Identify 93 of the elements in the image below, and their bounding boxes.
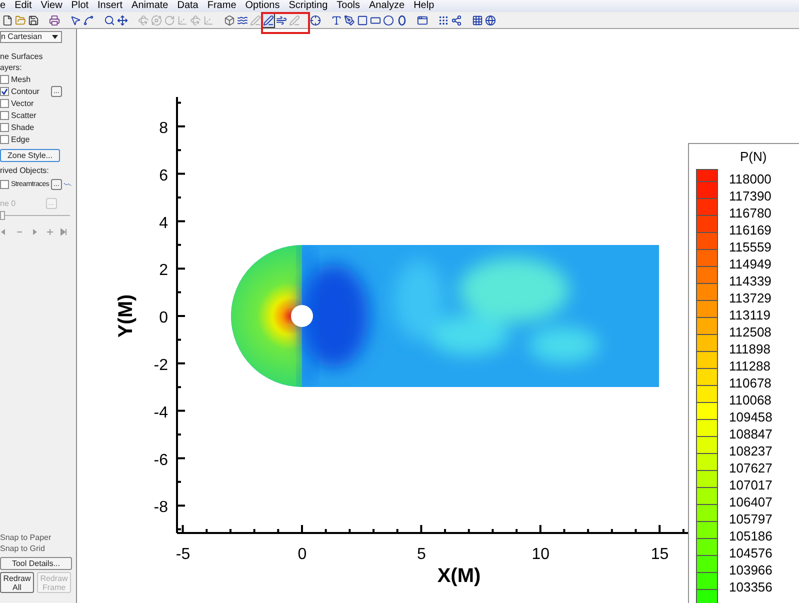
legend-label: 103966 (729, 564, 772, 580)
legend-label: 105797 (729, 512, 772, 528)
legend-label: 109458 (729, 410, 772, 426)
menu-item[interactable]: Plot (71, 1, 89, 11)
section-label: ne Surfaces (0, 53, 44, 61)
polyline-tool-button[interactable] (343, 12, 356, 28)
legend-label: 117390 (729, 190, 772, 206)
menu-item[interactable]: Edit (14, 1, 32, 11)
slice-label: ne 0 (0, 200, 16, 208)
x-axis-title: X(M) (437, 565, 481, 587)
zone-style-button[interactable]: Zone Style... (0, 149, 60, 162)
legend-label: 108847 (729, 428, 772, 444)
menu-item[interactable]: View (40, 1, 62, 11)
legend-label: 111898 (729, 342, 770, 358)
axis-tick-label: 4 (159, 214, 168, 232)
menu-item[interactable]: Insert (98, 1, 123, 11)
checkbox[interactable] (0, 99, 9, 108)
menu-item[interactable]: Options (245, 1, 280, 11)
nodes-tool-button[interactable] (450, 12, 463, 28)
legend-label: 103356 (729, 580, 772, 596)
section-label: rived Objects: (0, 167, 50, 175)
legend-label: 114949 (729, 258, 772, 274)
checkbox[interactable] (0, 87, 9, 96)
layer-label: Vector (11, 100, 35, 108)
legend-label: 116169 (729, 224, 772, 240)
axis-tick-label: 15 (650, 546, 669, 563)
legend-label: 107627 (729, 462, 772, 478)
playback-controls-drawing (0, 228, 68, 236)
legend-label: 113729 (729, 292, 772, 308)
legend-label: 115559 (729, 240, 772, 256)
checkbox[interactable] (0, 75, 9, 84)
section-label: ayers: (0, 64, 23, 72)
streamline-icon (64, 182, 72, 187)
legend-label: 116780 (729, 206, 772, 222)
layer-label: Scatter (11, 112, 38, 120)
legend-label: 113119 (729, 308, 770, 324)
axis-tick-label: 8 (159, 120, 168, 137)
legend-label: 110068 (729, 394, 772, 410)
legend-title: P(N) (740, 150, 768, 163)
axis-tick-label: -2 (154, 357, 168, 374)
checkbox[interactable] (0, 180, 9, 189)
layer-label: Shade (11, 124, 36, 132)
axis-tick-label: -5 (176, 546, 190, 563)
axis-tick-label: 2 (159, 262, 168, 280)
globe-tool-button[interactable] (484, 12, 497, 28)
layer-label: Contour (11, 88, 40, 96)
layer-label: Mesh (11, 76, 32, 84)
snap-option[interactable]: Snap to Paper (0, 534, 76, 542)
legend-label: 118000 (729, 172, 772, 188)
legend-label: 107017 (729, 478, 772, 494)
axis-tick-label: -4 (154, 404, 168, 422)
caret-icon (52, 35, 58, 39)
probe-tool-button[interactable] (309, 12, 322, 28)
highlight-box (261, 12, 310, 34)
menu-item[interactable]: Animate (132, 1, 168, 11)
legend-label: 106407 (729, 496, 772, 512)
menu-item[interactable]: Scripting (288, 1, 328, 11)
legend-label: 108237 (729, 444, 772, 460)
legend-label: 110678 (729, 376, 772, 392)
axis-tick-label: -6 (154, 452, 168, 469)
legend-label: 112508 (729, 326, 772, 342)
checkbox[interactable] (0, 123, 9, 132)
axis-tick-label: 10 (532, 546, 550, 563)
printer-tool-button[interactable] (48, 12, 61, 28)
checkbox[interactable] (0, 111, 9, 120)
legend-swatch (696, 169, 718, 181)
redraw-button[interactable]: Redraw All (0, 572, 34, 593)
move-tool-button[interactable] (116, 12, 129, 28)
menu-item[interactable]: Frame (207, 1, 236, 11)
legend-label: 111288 (729, 360, 770, 376)
y-axis-title: Y(M) (115, 294, 137, 338)
axis-tick-label: 5 (416, 546, 426, 563)
menu-item[interactable]: Help (414, 1, 434, 11)
plot-type-dropdown[interactable]: n Cartesian (0, 31, 62, 43)
checkbox[interactable] (0, 135, 9, 144)
menu-item[interactable]: Data (177, 1, 198, 11)
legend-label: 104576 (729, 546, 772, 562)
snap-option[interactable]: Snap to Grid (0, 545, 76, 553)
axis-tick-label: 0 (159, 310, 168, 327)
slider-thumb[interactable] (0, 211, 5, 220)
axis-tick-label: -8 (154, 499, 168, 516)
axis-tick-label: 0 (298, 546, 307, 563)
menu-item[interactable]: Analyze (369, 1, 405, 11)
layer-label: Edge (11, 136, 31, 144)
tool-details-button[interactable]: Tool Details... (0, 557, 72, 570)
cube-tool-button[interactable] (223, 12, 236, 28)
legend-label: 105186 (729, 530, 772, 546)
axis-tick-label: 6 (159, 167, 168, 184)
menu-item[interactable]: Tools (336, 1, 360, 11)
circle-tool-button[interactable] (382, 12, 395, 28)
page-tool-button[interactable] (1, 12, 14, 28)
menu-item[interactable]: e (0, 1, 6, 11)
legend-label: 114339 (729, 274, 772, 290)
